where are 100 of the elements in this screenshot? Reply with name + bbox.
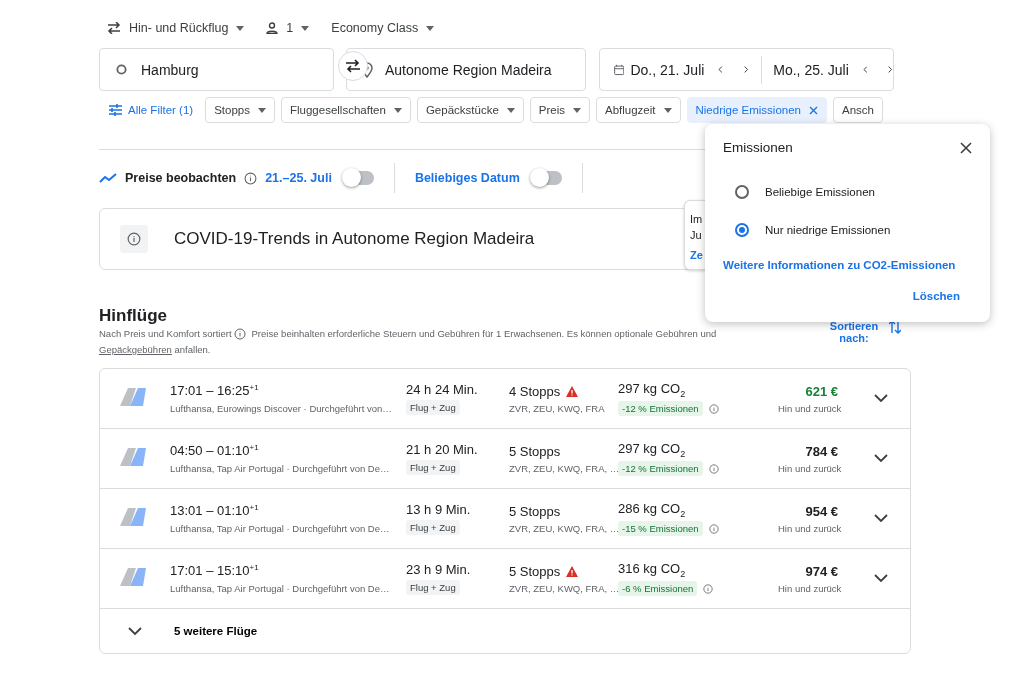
info-icon[interactable] bbox=[708, 403, 719, 414]
info-icon[interactable] bbox=[244, 171, 258, 185]
destination-field[interactable]: Autonome Region Madeira bbox=[346, 48, 586, 91]
circle-icon bbox=[116, 64, 127, 75]
passengers-dropdown[interactable]: 1 bbox=[266, 21, 310, 35]
close-icon[interactable] bbox=[808, 105, 818, 115]
expand-button[interactable] bbox=[874, 394, 888, 403]
toggle-switch[interactable] bbox=[343, 171, 374, 185]
flight-times: 13:01 – 01:10$^{+1}$ bbox=[170, 503, 260, 519]
covid-trends-title[interactable]: COVID-19-Trends in Autonome Region Madeira bbox=[174, 229, 535, 249]
person-icon bbox=[266, 22, 279, 34]
swap-arrows-icon bbox=[107, 22, 121, 34]
sliders-icon bbox=[109, 104, 122, 116]
sort-button[interactable]: Sortieren nach: bbox=[827, 320, 901, 358]
baggage-fees-link[interactable]: Gepäckgebühren bbox=[99, 344, 172, 355]
chevron-left-icon[interactable] bbox=[718, 64, 723, 75]
toggle-switch[interactable] bbox=[531, 171, 562, 185]
stopover-airports: ZVR, ZEU, KWQ, FRA, … bbox=[509, 582, 618, 594]
caret-icon bbox=[393, 107, 402, 113]
caret-icon bbox=[663, 107, 672, 113]
radio-option[interactable]: Nur niedrige Emissionen bbox=[735, 211, 972, 249]
flight-duration: 13 h 9 Min. bbox=[406, 502, 472, 517]
chevron-down-icon bbox=[874, 454, 888, 463]
price: 621 € bbox=[804, 383, 838, 399]
sort-description: Nach Preis und Komfort sortiert bbox=[99, 328, 232, 339]
emissions-badge: -12 % Emissionen bbox=[618, 461, 703, 477]
co2-amount: 297 kg CO$_{2}$ bbox=[618, 440, 687, 459]
return-date[interactable]: Mo., 25. Juli bbox=[773, 61, 849, 78]
filter-chip[interactable]: Ansch bbox=[832, 97, 883, 123]
origin-field[interactable]: Hamburg bbox=[99, 48, 334, 91]
transport-tag: Flug + Zug bbox=[406, 460, 460, 475]
departure-date[interactable]: Do., 21. Juli bbox=[630, 61, 705, 78]
caret-icon bbox=[301, 25, 310, 31]
airline-tail-logo bbox=[120, 507, 148, 526]
filter-chip[interactable]: Niedrige Emissionen bbox=[686, 97, 827, 123]
co2-amount: 286 kg CO$_{2}$ bbox=[618, 500, 687, 519]
emissions-badge: -15 % Emissionen bbox=[618, 521, 703, 537]
close-button[interactable] bbox=[960, 141, 972, 154]
radio-button[interactable] bbox=[735, 223, 749, 237]
class-dropdown[interactable]: Economy Class bbox=[331, 21, 435, 35]
clear-button[interactable]: Löschen bbox=[912, 290, 972, 302]
flight-times: 17:01 – 16:25$^{+1}$ bbox=[170, 383, 260, 399]
flight-times: 17:01 – 15:10$^{+1}$ bbox=[170, 563, 260, 579]
filter-chip[interactable]: Stopps bbox=[205, 97, 275, 123]
stops-count: 5 Stopps bbox=[509, 563, 561, 579]
caret-icon bbox=[258, 107, 266, 113]
emissions-badge: -12 % Emissionen bbox=[618, 401, 703, 417]
expand-button[interactable] bbox=[874, 454, 888, 463]
chevron-down-icon bbox=[128, 626, 142, 636]
flight-duration: 23 h 9 Min. bbox=[406, 562, 472, 577]
info-icon[interactable] bbox=[703, 583, 714, 594]
caret-icon bbox=[506, 107, 515, 113]
expand-button[interactable] bbox=[874, 514, 888, 523]
any-date-link[interactable]: Beliebiges Datum bbox=[414, 171, 520, 185]
airline-names: Lufthansa, Tap Air Portugal · Durchgeführt von De… bbox=[170, 522, 391, 534]
co2-amount: 316 kg CO$_{2}$ bbox=[618, 560, 687, 579]
flight-duration: 21 h 20 Min. bbox=[406, 442, 479, 457]
stops-count: 4 Stopps bbox=[509, 383, 561, 399]
flight-times: 04:50 – 01:10$^{+1}$ bbox=[170, 443, 260, 459]
flight-duration: 24 h 24 Min. bbox=[406, 382, 479, 397]
filter-chip[interactable]: Abflugzeit bbox=[596, 97, 681, 123]
stopover-airports: ZVR, ZEU, KWQ, FRA bbox=[509, 402, 606, 414]
co2-amount: 297 kg CO$_{2}$ bbox=[618, 380, 687, 399]
chevron-down-icon bbox=[874, 574, 888, 583]
price: 784 € bbox=[804, 443, 838, 459]
chevron-down-icon bbox=[874, 394, 888, 403]
filter-chip[interactable]: Fluggesellschaften bbox=[281, 97, 411, 123]
transport-tag: Flug + Zug bbox=[406, 580, 460, 595]
emissions-badge: -6 % Emissionen bbox=[618, 581, 698, 597]
chevron-right-icon[interactable] bbox=[744, 64, 749, 75]
chevron-down-icon bbox=[874, 514, 888, 523]
chevron-right-icon[interactable] bbox=[888, 64, 893, 75]
info-icon bbox=[120, 225, 148, 253]
info-icon[interactable] bbox=[708, 523, 719, 534]
airline-tail-logo bbox=[120, 447, 148, 466]
info-icon[interactable] bbox=[233, 328, 246, 340]
caret-icon bbox=[236, 25, 245, 31]
airline-names: Lufthansa, Tap Air Portugal · Durchgeführt von De… bbox=[170, 582, 391, 594]
sort-arrows-icon bbox=[889, 320, 901, 334]
filter-chip[interactable]: Preis bbox=[529, 97, 590, 123]
swap-button[interactable] bbox=[338, 51, 368, 81]
caret-icon bbox=[426, 25, 435, 31]
trend-line-icon bbox=[99, 173, 117, 183]
more-flights-button[interactable]: 5 weitere Flüge bbox=[100, 609, 910, 653]
expand-button[interactable] bbox=[874, 574, 888, 583]
filter-chip[interactable]: Gepäckstücke bbox=[416, 97, 524, 123]
info-icon[interactable] bbox=[708, 463, 719, 474]
airline-names: Lufthansa, Tap Air Portugal · Durchgeführt von De… bbox=[170, 462, 391, 474]
track-prices-label: Preise beobachten bbox=[125, 171, 237, 185]
transport-tag: Flug + Zug bbox=[406, 520, 460, 535]
swap-arrows-icon bbox=[345, 59, 361, 73]
chevron-left-icon[interactable] bbox=[862, 64, 868, 75]
stopover-airports: ZVR, ZEU, KWQ, FRA, … bbox=[509, 522, 618, 534]
trip-dropdown[interactable]: Hin- und Rückflug bbox=[107, 21, 245, 35]
stopover-airports: ZVR, ZEU, KWQ, FRA, … bbox=[509, 462, 618, 474]
co2-info-link[interactable]: Weitere Informationen zu CO2-Emissionen bbox=[723, 259, 972, 271]
radio-option[interactable]: Beliebige Emissionen bbox=[735, 173, 972, 211]
date-range-link[interactable]: 21.–25. Juli bbox=[265, 171, 332, 185]
radio-button[interactable] bbox=[735, 185, 749, 199]
stops-count: 5 Stopps bbox=[509, 443, 561, 459]
